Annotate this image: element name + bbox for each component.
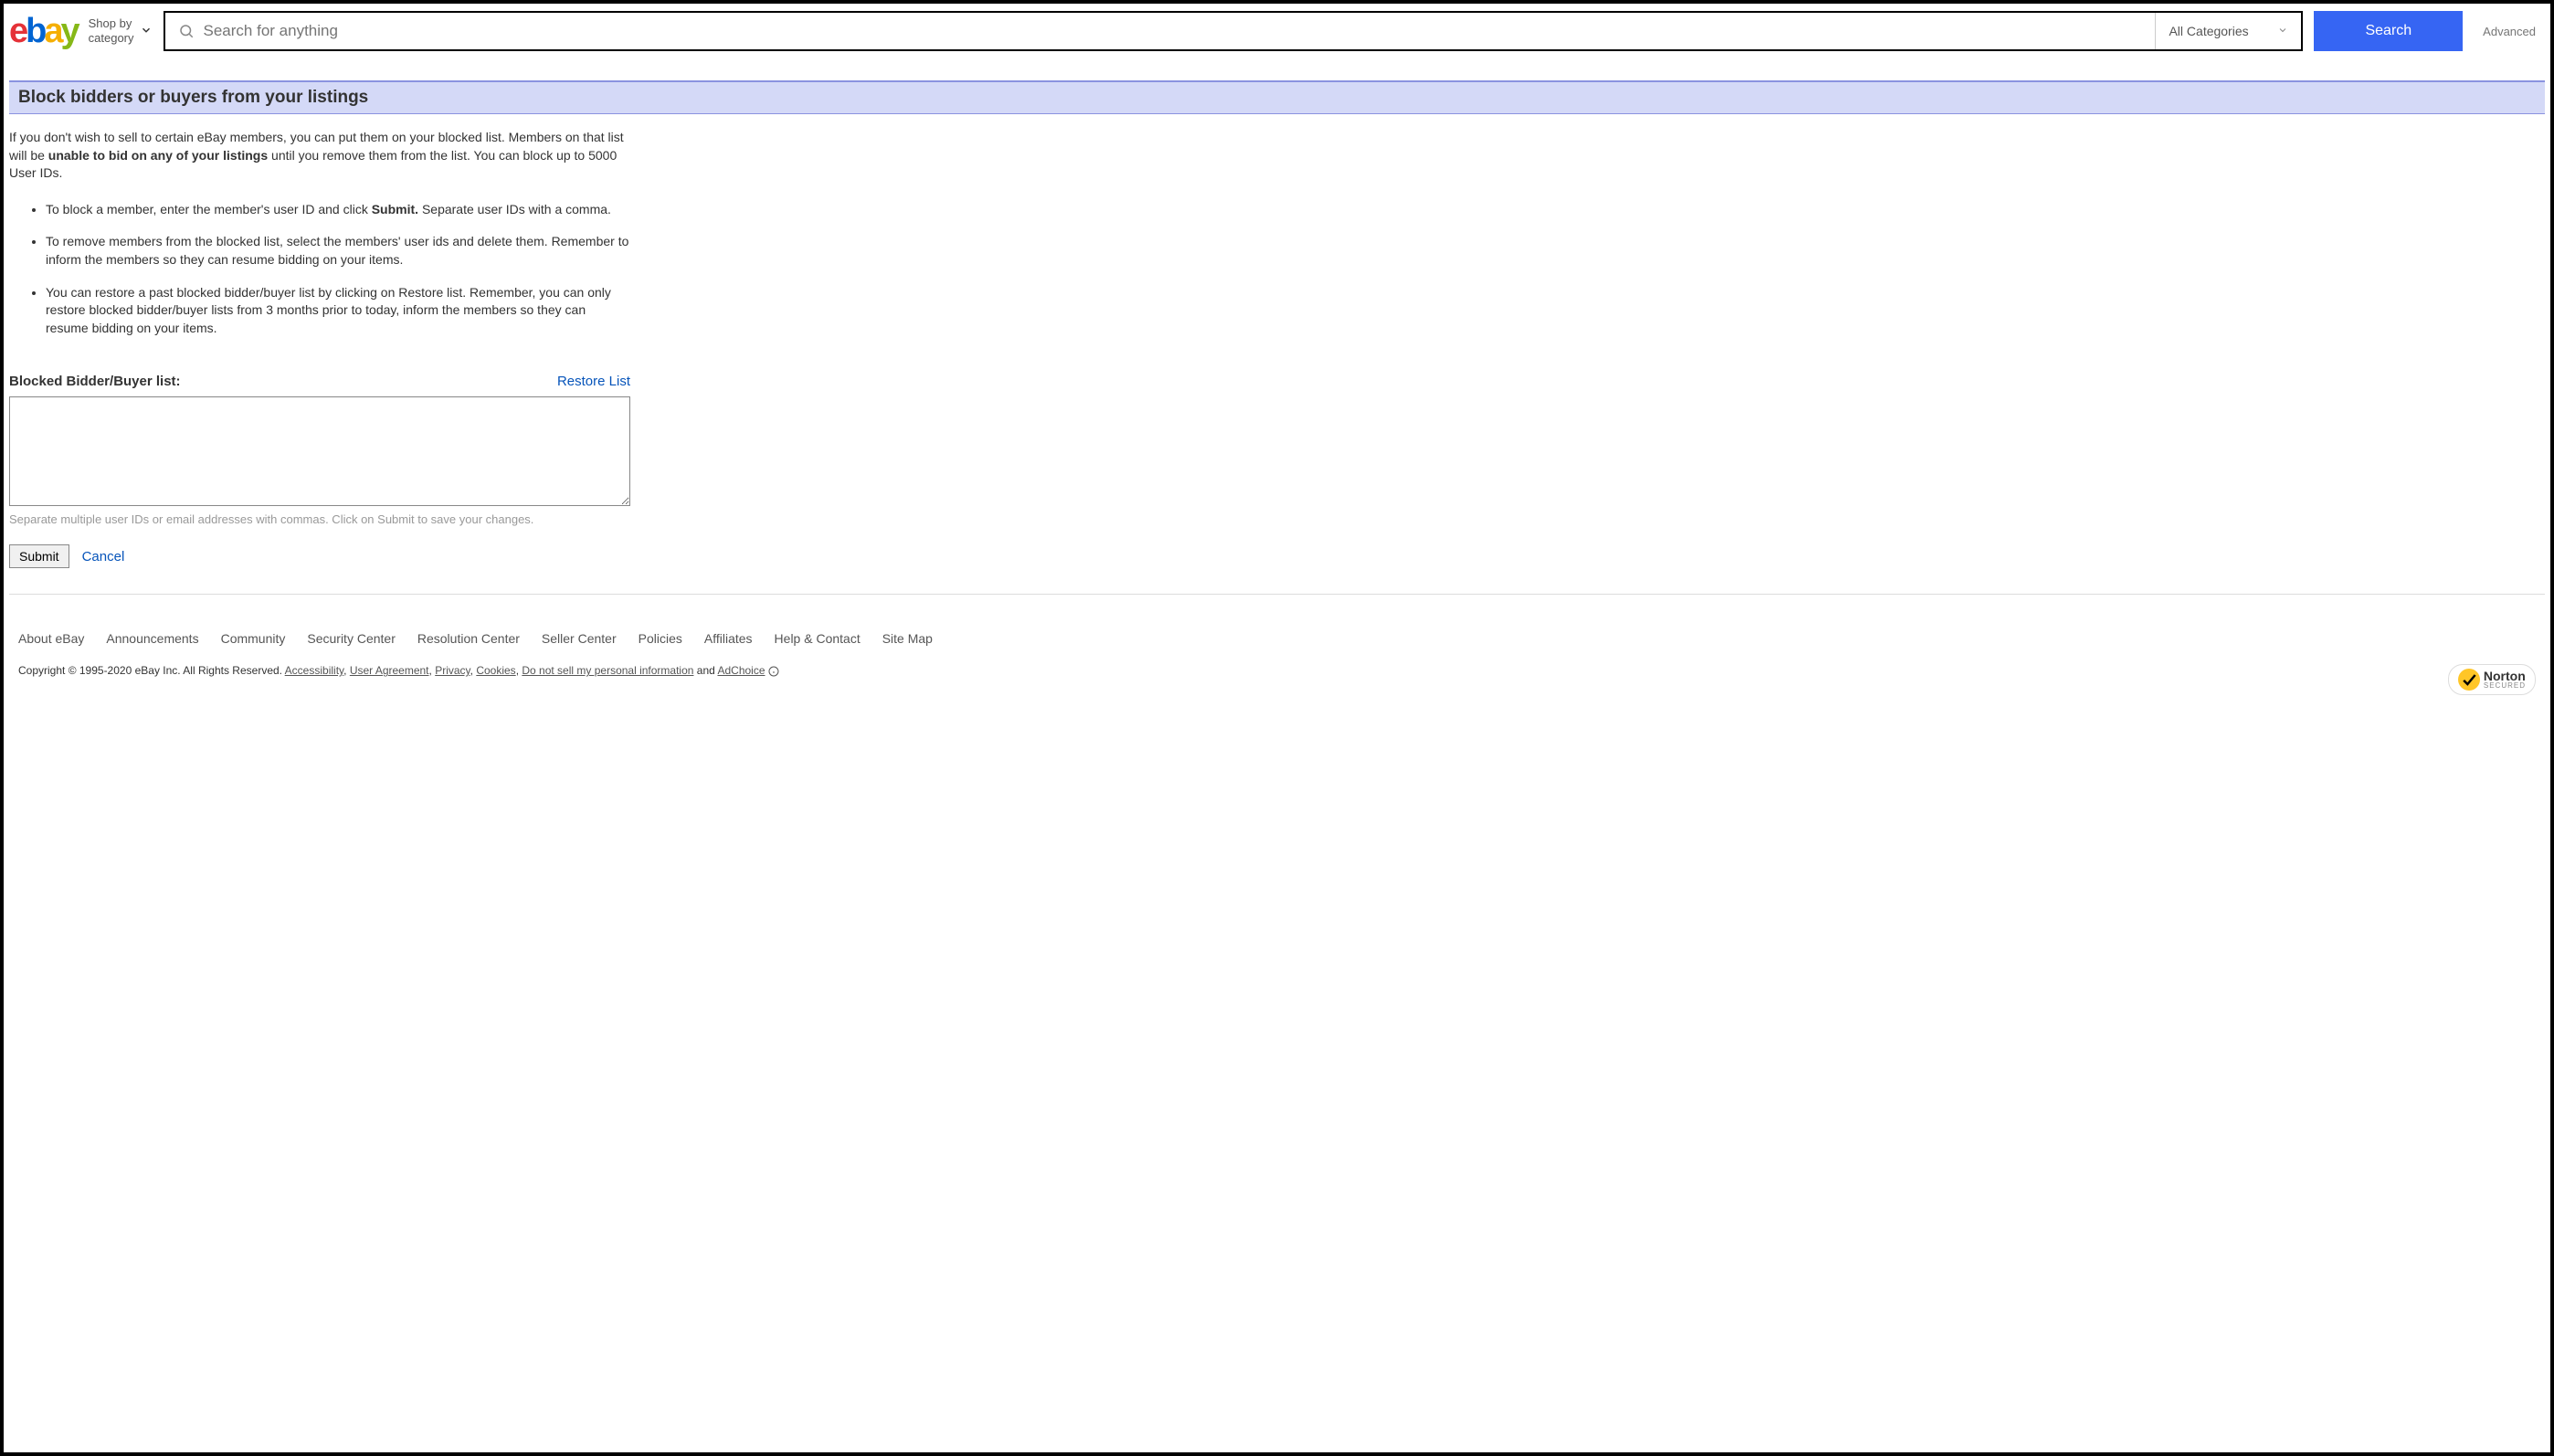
footer-nav-link[interactable]: Resolution Center (417, 631, 520, 646)
search-button[interactable]: Search (2314, 11, 2463, 51)
footer-and: and (693, 664, 717, 677)
norton-secured-badge[interactable]: Norton SECURED (2448, 664, 2536, 695)
submit-button[interactable]: Submit (9, 544, 69, 568)
instruction-item: To remove members from the blocked list,… (46, 233, 630, 269)
blocked-list-hint: Separate multiple user IDs or email addr… (9, 512, 630, 526)
advanced-search-link[interactable]: Advanced (2474, 25, 2545, 38)
footer-nav-link[interactable]: Site Map (882, 631, 933, 646)
logo-letter-b: b (26, 12, 44, 51)
ebay-logo[interactable]: ebay (9, 12, 78, 51)
info-icon (768, 664, 779, 677)
footer-adchoice-link[interactable]: AdChoice (717, 664, 765, 677)
intro-text: If you don't wish to sell to certain eBa… (9, 129, 638, 183)
footer-legal-link[interactable]: Cookies (476, 664, 515, 677)
page-title-bar: Block bidders or buyers from your listin… (9, 80, 2545, 114)
page-title: Block bidders or buyers from your listin… (18, 88, 2536, 108)
norton-brand: Norton (2484, 670, 2526, 682)
checkmark-icon (2458, 669, 2480, 691)
category-select[interactable]: All Categories (2155, 13, 2301, 49)
search-bar: All Categories (164, 11, 2304, 51)
footer-legal-link[interactable]: Privacy (435, 664, 470, 677)
footer-nav-link[interactable]: Seller Center (542, 631, 617, 646)
copyright: Copyright © 1995-2020 eBay Inc. All Righ… (18, 664, 779, 677)
shop-by-line2: category (89, 31, 134, 46)
footer-nav-link[interactable]: Help & Contact (775, 631, 860, 646)
shop-by-line1: Shop by (89, 16, 134, 31)
footer-legal-link[interactable]: Do not sell my personal information (522, 664, 693, 677)
footer-nav-link[interactable]: Community (221, 631, 286, 646)
blocked-list-textarea[interactable] (9, 396, 630, 506)
footer-nav-link[interactable]: Affiliates (704, 631, 753, 646)
restore-list-link[interactable]: Restore List (557, 374, 630, 389)
footer-nav-link[interactable]: Policies (638, 631, 682, 646)
instruction-item: You can restore a past blocked bidder/bu… (46, 284, 630, 338)
cancel-link[interactable]: Cancel (82, 549, 125, 564)
intro-bold: unable to bid on any of your listings (48, 148, 268, 163)
shop-by-category-dropdown[interactable]: Shop by category (89, 16, 153, 45)
footer-nav: About eBay Announcements Community Secur… (4, 595, 2550, 664)
chevron-down-icon (2277, 24, 2288, 38)
search-input[interactable] (204, 13, 2156, 49)
footer-legal-link[interactable]: User Agreement (350, 664, 429, 677)
bullet1-pre: To block a member, enter the member's us… (46, 202, 372, 216)
footer-nav-link[interactable]: Security Center (307, 631, 395, 646)
footer-nav-link[interactable]: Announcements (106, 631, 198, 646)
logo-letter-e: e (9, 12, 26, 51)
blocked-list-label: Blocked Bidder/Buyer list: (9, 374, 181, 389)
footer-nav-link[interactable]: About eBay (18, 631, 84, 646)
bullet1-bold: Submit. (372, 202, 418, 216)
norton-sub: SECURED (2484, 682, 2526, 690)
instruction-item: To block a member, enter the member's us… (46, 201, 630, 219)
search-icon (165, 13, 204, 49)
footer-legal-link[interactable]: Accessibility (285, 664, 343, 677)
instructions-list: To block a member, enter the member's us… (9, 201, 638, 338)
category-select-label: All Categories (2169, 24, 2248, 38)
logo-letter-a: a (44, 12, 60, 51)
chevron-down-icon (140, 24, 153, 39)
bullet1-post: Separate user IDs with a comma. (418, 202, 611, 216)
copyright-prefix: Copyright © 1995-2020 eBay Inc. All Righ… (18, 664, 285, 677)
logo-letter-y: y (61, 12, 78, 51)
